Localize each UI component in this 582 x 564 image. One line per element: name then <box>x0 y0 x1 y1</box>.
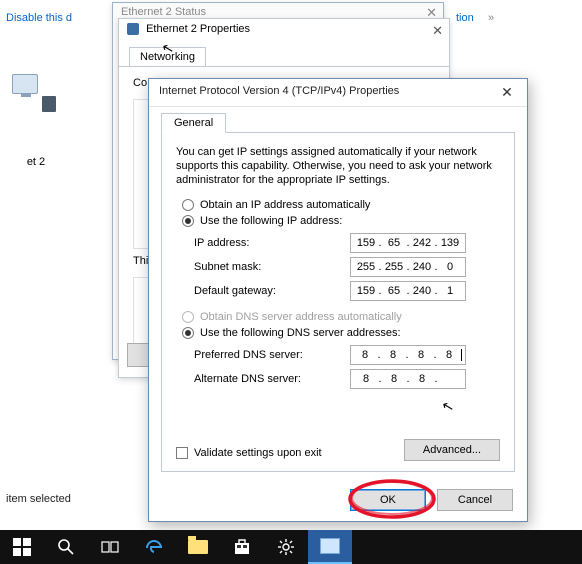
ip-octet: 240 <box>411 261 433 273</box>
checkbox-icon <box>176 447 188 459</box>
search-icon <box>57 538 75 556</box>
radio-ip-manual-label: Use the following IP address: <box>200 215 342 227</box>
ip-octet: 242 <box>411 237 433 249</box>
start-button[interactable] <box>0 530 44 564</box>
ip-octet: 65 <box>383 285 405 297</box>
preferred-dns-label: Preferred DNS server: <box>194 349 350 361</box>
status-bar-text: item selected <box>6 493 71 505</box>
store-icon <box>233 538 251 556</box>
preferred-dns-input[interactable]: 8. 8. 8. 8 <box>350 345 466 365</box>
close-button[interactable]: ✕ <box>495 83 519 103</box>
ip-address-label: IP address: <box>194 237 350 249</box>
ip-octet: 240 <box>411 285 433 297</box>
adapter-item[interactable]: et 2 <box>10 74 62 168</box>
radio-icon <box>182 199 194 211</box>
radio-ip-manual[interactable]: Use the following IP address: <box>182 215 500 227</box>
intro-text: You can get IP settings assigned automat… <box>176 145 500 187</box>
alternate-dns-input[interactable]: 8. 8. 8. <box>350 369 466 389</box>
radio-dns-manual-label: Use the following DNS server addresses: <box>200 327 401 339</box>
ip-octet: 1 <box>439 285 461 297</box>
default-gateway-input[interactable]: 159. 65. 240. 1 <box>350 281 466 301</box>
radio-dns-auto-label: Obtain DNS server address automatically <box>200 311 402 323</box>
ip-octet: 0 <box>439 261 461 273</box>
file-explorer-button[interactable] <box>176 530 220 564</box>
radio-ip-auto[interactable]: Obtain an IP address automatically <box>182 199 500 211</box>
cancel-button[interactable]: Cancel <box>437 489 513 511</box>
taskbar <box>0 530 582 564</box>
validate-checkbox[interactable]: Validate settings upon exit <box>176 447 322 459</box>
ip-octet: 65 <box>383 237 405 249</box>
radio-icon <box>182 215 194 227</box>
alternate-dns-label: Alternate DNS server: <box>194 373 350 385</box>
ip-octet: 8 <box>383 373 405 385</box>
ip-octet: 8 <box>438 349 460 361</box>
edge-icon <box>145 538 163 556</box>
ip-address-input[interactable]: 159. 65. 242. 139 <box>350 233 466 253</box>
ethernet-icon <box>12 74 60 114</box>
ip-octet: 255 <box>383 261 405 273</box>
ip-octet: 139 <box>439 237 461 249</box>
subnet-mask-input[interactable]: 255. 255. 240. 0 <box>350 257 466 277</box>
radio-dns-auto: Obtain DNS server address automatically <box>182 311 500 323</box>
annotation-circle-icon <box>345 476 439 522</box>
ip-octet: 8 <box>411 373 433 385</box>
ip-octet: 8 <box>382 349 404 361</box>
tab-general[interactable]: General <box>161 113 226 133</box>
edge-button[interactable] <box>132 530 176 564</box>
windows-icon <box>13 538 31 556</box>
ethernet-properties-title: Ethernet 2 Properties <box>146 23 250 35</box>
adapter-small-icon <box>127 23 139 35</box>
adapter-label: et 2 <box>10 156 62 168</box>
task-view-button[interactable] <box>88 530 132 564</box>
radio-dns-manual[interactable]: Use the following DNS server addresses: <box>182 327 500 339</box>
advanced-button[interactable]: Advanced... <box>404 439 500 461</box>
ethernet-status-title: Ethernet 2 Status <box>121 6 206 18</box>
close-icon[interactable]: ✕ <box>432 23 443 39</box>
disable-link[interactable]: Disable this d <box>6 12 72 24</box>
store-button[interactable] <box>220 530 264 564</box>
ip-octet: 8 <box>355 373 377 385</box>
ip-octet: 8 <box>410 349 432 361</box>
window-icon <box>320 538 340 554</box>
ip-octet: 159 <box>355 237 377 249</box>
ip-octet: 255 <box>355 261 377 273</box>
folder-icon <box>188 540 208 554</box>
radio-ip-auto-label: Obtain an IP address automatically <box>200 199 370 211</box>
ip-octet: 159 <box>355 285 377 297</box>
ip-octet: 8 <box>354 349 376 361</box>
tion-link-fragment[interactable]: tion <box>456 12 474 24</box>
explorer-active-button[interactable] <box>308 530 352 564</box>
ipv4-properties-dialog: Internet Protocol Version 4 (TCP/IPv4) P… <box>148 78 528 522</box>
radio-icon <box>182 311 194 323</box>
more-chevron[interactable]: » <box>488 12 494 24</box>
task-view-icon <box>101 538 119 556</box>
settings-button[interactable] <box>264 530 308 564</box>
radio-icon <box>182 327 194 339</box>
validate-label: Validate settings upon exit <box>194 447 322 459</box>
subnet-mask-label: Subnet mask: <box>194 261 350 273</box>
search-button[interactable] <box>44 530 88 564</box>
default-gateway-label: Default gateway: <box>194 285 350 297</box>
dialog-title: Internet Protocol Version 4 (TCP/IPv4) P… <box>159 85 399 97</box>
gear-icon <box>277 538 295 556</box>
